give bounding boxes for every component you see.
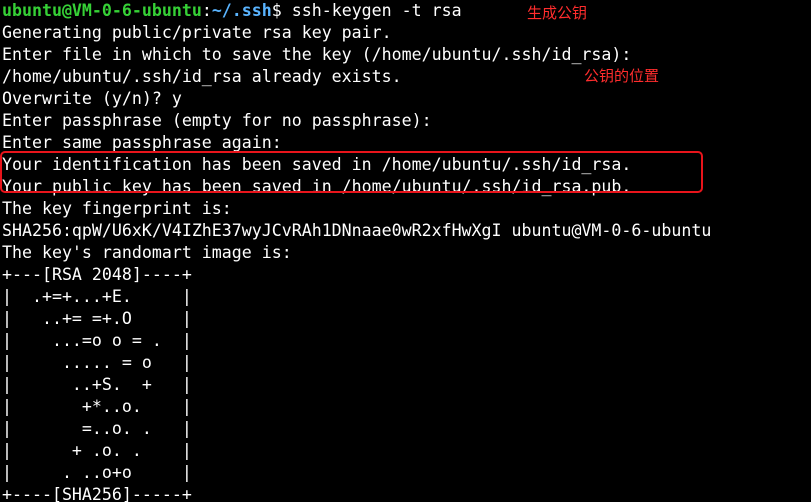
randomart-line: | ..... = o | <box>2 353 192 372</box>
output-line: /home/ubuntu/.ssh/id_rsa already exists. <box>2 67 402 86</box>
randomart-line: +----[SHA256]-----+ <box>2 485 192 502</box>
randomart-line: | .+=+...+E. | <box>2 287 192 306</box>
prompt-symbol: $ <box>271 1 292 20</box>
prompt-path: ~/.ssh <box>211 1 272 20</box>
annotation-key-location: 公钥的位置 <box>584 67 660 85</box>
randomart-line: | ...=o o = . | <box>2 331 192 350</box>
randomart-line: | . ..o+o | <box>2 463 192 482</box>
prompt-separator: : <box>201 1 212 20</box>
output-line: Enter file in which to save the key (/ho… <box>2 45 632 64</box>
annotation-generate-key: 生成公钥 <box>527 4 588 22</box>
randomart-line: +---[RSA 2048]----+ <box>2 265 192 284</box>
randomart-line: | +*..o. | <box>2 397 192 416</box>
prompt-command: ssh-keygen -t rsa <box>291 1 462 20</box>
output-line: Enter passphrase (empty for no passphras… <box>2 111 432 130</box>
key-saved-highlight <box>0 151 703 193</box>
randomart-line: | ..+= =+.O | <box>2 309 192 328</box>
output-line: Generating public/private rsa key pair. <box>2 23 392 42</box>
randomart-line: | + .o. . | <box>2 441 192 460</box>
prompt-line: ubuntu@VM-0-6-ubuntu:~/.ssh$ ssh-keygen … <box>2 0 462 22</box>
randomart-line: | =..o. . | <box>2 419 192 438</box>
prompt-user-host: ubuntu@VM-0-6-ubuntu <box>2 1 202 20</box>
output-line: SHA256:qpW/U6xK/V4IZhE37wyJCvRAh1DNnaae0… <box>2 221 712 240</box>
output-line: The key fingerprint is: <box>2 199 232 218</box>
output-line: The key's randomart image is: <box>2 243 292 262</box>
output-line: Overwrite (y/n)? y <box>2 89 182 108</box>
randomart-line: | ..+S. + | <box>2 375 192 394</box>
terminal-window[interactable]: ubuntu@VM-0-6-ubuntu:~/.ssh$ ssh-keygen … <box>0 0 811 502</box>
